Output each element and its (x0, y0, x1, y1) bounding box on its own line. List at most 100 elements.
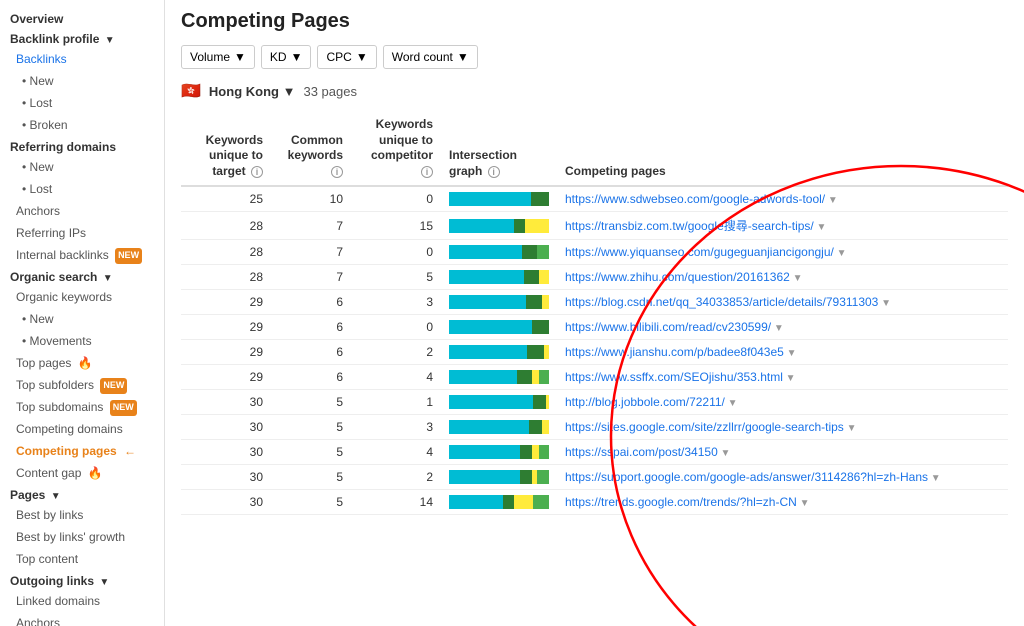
url-cell[interactable]: https://trends.google.com/trends/?hl=zh-… (557, 490, 1008, 515)
competing-page-link[interactable]: https://support.google.com/google-ads/an… (565, 470, 928, 484)
url-cell[interactable]: https://www.ssffx.com/SEOjishu/353.html … (557, 365, 1008, 390)
sidebar-item-anchors2[interactable]: Anchors (0, 612, 164, 626)
sidebar-item-linked-domains[interactable]: Linked domains (0, 590, 164, 612)
url-dropdown-arrow[interactable]: ▼ (928, 473, 941, 484)
info-icon-3[interactable]: i (421, 166, 433, 178)
bar-chart (449, 320, 549, 334)
kw-unique-comp-cell: 2 (351, 340, 441, 365)
kw-unique-target-cell: 30 (181, 415, 271, 440)
kd-dropdown[interactable]: KD ▼ (261, 45, 312, 69)
url-cell[interactable]: https://transbiz.com.tw/google搜尋-search-… (557, 212, 1008, 240)
url-dropdown-arrow[interactable]: ▼ (783, 373, 796, 384)
url-cell[interactable]: https://www.jianshu.com/p/badee8f043e5 ▼ (557, 340, 1008, 365)
sidebar-item-competing-domains[interactable]: Competing domains (0, 418, 164, 440)
bar-segment (525, 219, 549, 233)
competing-page-link[interactable]: http://blog.jobbole.com/72211/ (565, 395, 725, 409)
sidebar-item-top-content[interactable]: Top content (0, 548, 164, 570)
sidebar-item-anchors[interactable]: Anchors (0, 200, 164, 222)
bar-chart (449, 270, 549, 284)
competing-page-link[interactable]: https://sspai.com/post/34150 (565, 445, 718, 459)
url-cell[interactable]: https://sites.google.com/site/zzllrr/goo… (557, 415, 1008, 440)
bar-chart (449, 370, 549, 384)
pages-header[interactable]: Pages ▼ (0, 484, 164, 504)
sidebar-item-competing-pages[interactable]: Competing pages ← (0, 440, 164, 462)
url-dropdown-arrow[interactable]: ▼ (790, 273, 803, 284)
url-dropdown-arrow[interactable]: ▼ (718, 448, 731, 459)
common-kw-cell: 6 (271, 365, 351, 390)
pages-dropdown-arrow: ▼ (51, 491, 61, 502)
sidebar-item-top-subfolders[interactable]: Top subfolders NEW (0, 374, 164, 396)
common-kw-cell: 5 (271, 490, 351, 515)
col-kw-unique-comp: Keywordsunique tocompetitor i (351, 111, 441, 186)
col-kw-unique-target: Keywordsunique to target i (181, 111, 271, 186)
cpc-dropdown[interactable]: CPC ▼ (317, 45, 376, 69)
url-cell[interactable]: http://blog.jobbole.com/72211/ ▼ (557, 390, 1008, 415)
bar-chart (449, 420, 549, 434)
table-wrapper: Keywordsunique to target i Commonkeyword… (181, 111, 1008, 515)
url-dropdown-arrow[interactable]: ▼ (725, 398, 738, 409)
bar-segment (520, 445, 532, 459)
url-dropdown-arrow[interactable]: ▼ (771, 323, 784, 334)
sidebar-item-best-by-links[interactable]: Best by links (0, 504, 164, 526)
sidebar-item-ref-new[interactable]: New (0, 156, 164, 178)
competing-page-link[interactable]: https://sites.google.com/site/zzllrr/goo… (565, 420, 844, 434)
competing-page-link[interactable]: https://trends.google.com/trends/?hl=zh-… (565, 495, 797, 509)
sidebar-item-movements[interactable]: Movements (0, 330, 164, 352)
bar-segment (533, 395, 547, 409)
common-kw-cell: 5 (271, 415, 351, 440)
outgoing-links-header[interactable]: Outgoing links ▼ (0, 570, 164, 590)
sidebar-item-top-pages[interactable]: Top pages 🔥 (0, 352, 164, 374)
bar-chart (449, 395, 549, 409)
competing-page-link[interactable]: https://www.sdwebseo.com/google-adwords-… (565, 192, 825, 206)
url-dropdown-arrow[interactable]: ▼ (825, 195, 838, 206)
word-count-dropdown[interactable]: Word count ▼ (383, 45, 478, 69)
url-cell[interactable]: https://www.zhihu.com/question/20161362 … (557, 265, 1008, 290)
competing-page-link[interactable]: https://www.jianshu.com/p/badee8f043e5 (565, 345, 784, 359)
url-cell[interactable]: https://www.yiquanseo.com/gugeguanjianci… (557, 240, 1008, 265)
url-dropdown-arrow[interactable]: ▼ (834, 248, 847, 259)
url-dropdown-arrow[interactable]: ▼ (784, 348, 797, 359)
url-cell[interactable]: https://support.google.com/google-ads/an… (557, 465, 1008, 490)
sidebar-item-backlinks[interactable]: Backlinks (0, 48, 164, 70)
competing-page-link[interactable]: https://www.zhihu.com/question/20161362 (565, 270, 790, 284)
sidebar-item-lost[interactable]: Lost (0, 92, 164, 114)
url-cell[interactable]: https://blog.csdn.net/qq_34033853/articl… (557, 290, 1008, 315)
url-dropdown-arrow[interactable]: ▼ (814, 222, 827, 233)
sidebar-item-ref-lost[interactable]: Lost (0, 178, 164, 200)
backlink-profile-header[interactable]: Backlink profile ▼ (0, 28, 164, 48)
sidebar-item-content-gap[interactable]: Content gap 🔥 (0, 462, 164, 484)
kw-unique-target-cell: 29 (181, 290, 271, 315)
competing-page-link[interactable]: https://www.ssffx.com/SEOjishu/353.html (565, 370, 783, 384)
bar-chart (449, 495, 549, 509)
competing-page-link[interactable]: https://www.yiquanseo.com/gugeguanjianci… (565, 245, 834, 259)
info-icon-2[interactable]: i (331, 166, 343, 178)
volume-dropdown[interactable]: Volume ▼ (181, 45, 255, 69)
sidebar-item-top-subdomains[interactable]: Top subdomains NEW (0, 396, 164, 418)
table-row: 3053https://sites.google.com/site/zzllrr… (181, 415, 1008, 440)
url-dropdown-arrow[interactable]: ▼ (878, 298, 891, 309)
sidebar-item-org-new[interactable]: New (0, 308, 164, 330)
sidebar-item-internal-backlinks[interactable]: Internal backlinks NEW (0, 244, 164, 266)
common-kw-cell: 5 (271, 465, 351, 490)
location-name[interactable]: Hong Kong ▼ (209, 84, 296, 99)
url-cell[interactable]: https://www.sdwebseo.com/google-adwords-… (557, 186, 1008, 212)
competing-page-link[interactable]: https://blog.csdn.net/qq_34033853/articl… (565, 295, 878, 309)
competing-page-link[interactable]: https://transbiz.com.tw/google搜尋-search-… (565, 219, 814, 233)
bar-segment (514, 219, 526, 233)
bar-cell (441, 186, 557, 212)
sidebar-item-referring-ips[interactable]: Referring IPs (0, 222, 164, 244)
sidebar-item-new[interactable]: New (0, 70, 164, 92)
bar-segment (537, 245, 549, 259)
url-cell[interactable]: https://sspai.com/post/34150 ▼ (557, 440, 1008, 465)
info-icon-4[interactable]: i (488, 166, 500, 178)
info-icon-1[interactable]: i (251, 166, 263, 178)
organic-search-header[interactable]: Organic search ▼ (0, 266, 164, 286)
sidebar-item-best-by-links-growth[interactable]: Best by links' growth (0, 526, 164, 548)
competing-page-link[interactable]: https://www.bilibili.com/read/cv230599/ (565, 320, 771, 334)
url-dropdown-arrow[interactable]: ▼ (844, 423, 857, 434)
url-dropdown-arrow[interactable]: ▼ (797, 498, 810, 509)
url-cell[interactable]: https://www.bilibili.com/read/cv230599/ … (557, 315, 1008, 340)
sidebar-item-broken[interactable]: Broken (0, 114, 164, 136)
sidebar-item-organic-keywords[interactable]: Organic keywords (0, 286, 164, 308)
common-kw-cell: 5 (271, 390, 351, 415)
